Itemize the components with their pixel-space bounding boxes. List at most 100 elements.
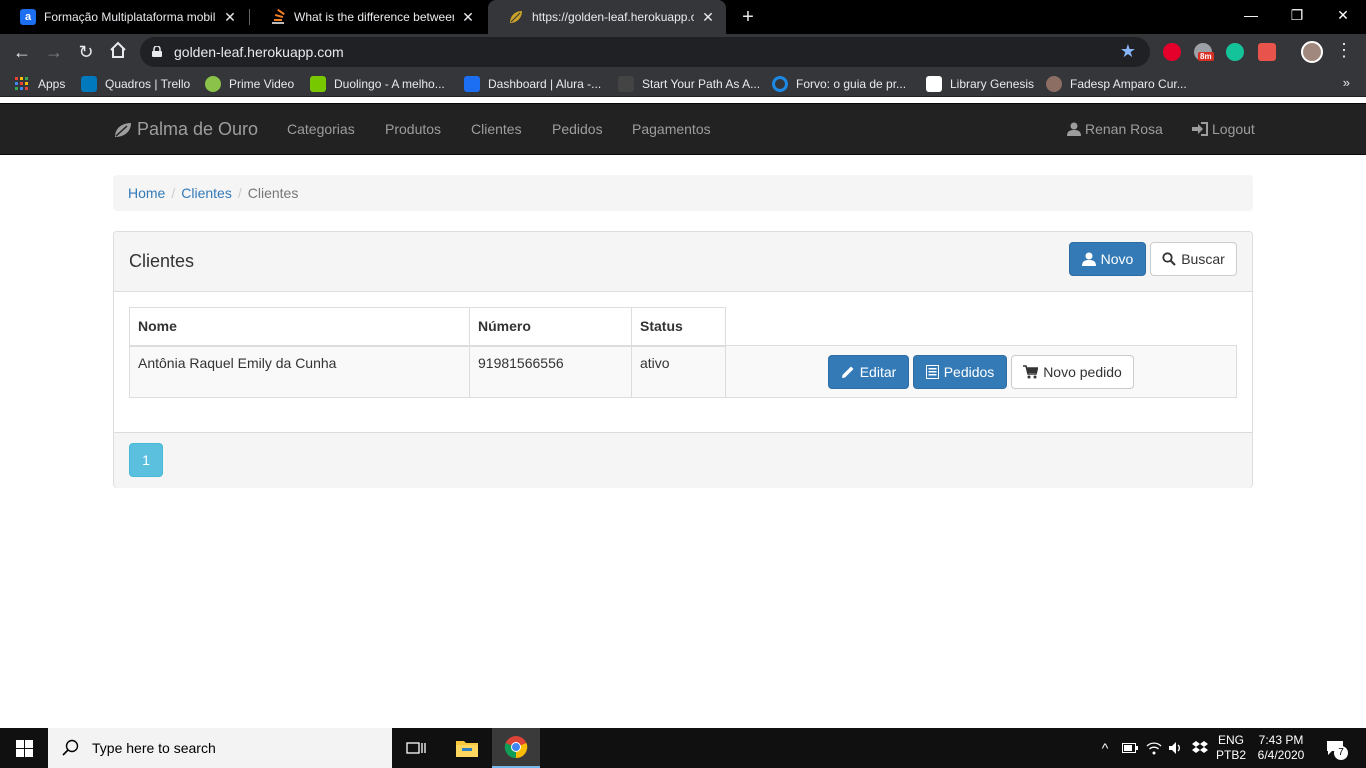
bookmark-fadesp[interactable]: Fadesp Amparo Cur... — [1046, 75, 1187, 93]
user-icon — [1067, 122, 1081, 136]
restore-button[interactable]: ❐ — [1274, 0, 1320, 30]
close-tab-icon[interactable]: ✕ — [700, 9, 716, 26]
tab-title: What is the difference between lo — [294, 10, 454, 24]
bookmark-duolingo[interactable]: Duolingo - A melho... — [310, 75, 445, 93]
cast-extension-icon[interactable] — [1258, 43, 1276, 61]
browser-tab-2[interactable]: What is the difference between lo ✕ — [250, 0, 486, 34]
volume-icon[interactable] — [1166, 728, 1186, 768]
logout-link[interactable]: Logout — [1192, 121, 1255, 137]
bookmark-trello[interactable]: Quadros | Trello — [81, 75, 190, 93]
tab-title: Formação Multiplataforma mobil — [44, 10, 216, 24]
duolingo-icon — [310, 76, 326, 92]
panel-heading: Clientes Novo Buscar — [114, 232, 1252, 292]
adblock-extension-icon[interactable] — [1163, 43, 1181, 61]
chrome-taskbar-button[interactable] — [492, 728, 540, 768]
orders-label: Pedidos — [943, 364, 995, 380]
extension-badge-icon[interactable]: 8m — [1194, 43, 1214, 61]
search-icon — [1162, 252, 1176, 266]
taskbar-search[interactable]: Type here to search — [48, 728, 392, 768]
clock[interactable]: 7:43 PM 6/4/2020 — [1252, 728, 1310, 768]
leaf-icon — [508, 9, 524, 25]
grammarly-icon[interactable] — [1226, 43, 1244, 61]
orders-button[interactable]: Pedidos — [913, 355, 1007, 389]
prime-video-icon — [205, 76, 221, 92]
bookmark-label: Forvo: o guia de pr... — [796, 77, 907, 91]
table-row: Antônia Raquel Emily da Cunha 9198156655… — [129, 345, 1237, 398]
bookmark-alura[interactable]: Dashboard | Alura -... — [464, 75, 601, 93]
nav-produtos[interactable]: Produtos — [385, 121, 441, 137]
battery-icon[interactable] — [1120, 728, 1140, 768]
file-explorer-button[interactable] — [443, 728, 491, 768]
close-tab-icon[interactable]: ✕ — [222, 9, 238, 26]
new-order-button[interactable]: Novo pedido — [1011, 355, 1134, 389]
action-center-button[interactable]: 7 — [1320, 728, 1350, 768]
start-button[interactable] — [0, 728, 48, 768]
user-name: Renan Rosa — [1085, 121, 1163, 137]
language-top: ENG — [1217, 733, 1244, 747]
logout-icon — [1192, 122, 1208, 136]
search-icon — [62, 739, 79, 756]
nav-pagamentos[interactable]: Pagamentos — [632, 121, 711, 137]
forward-button[interactable]: → — [42, 41, 66, 65]
pagination-page-1[interactable]: 1 — [129, 443, 163, 477]
bookmark-star-icon[interactable]: ★ — [1120, 41, 1136, 62]
edit-button[interactable]: Editar — [828, 355, 909, 389]
bookmarks-more-button[interactable]: » — [1343, 75, 1350, 90]
nav-pedidos[interactable]: Pedidos — [552, 121, 603, 137]
address-bar[interactable]: golden-leaf.herokuapp.com ★ — [140, 37, 1150, 67]
bookmark-prime-video[interactable]: Prime Video — [205, 75, 294, 93]
column-header-actions — [725, 307, 1237, 346]
breadcrumb-separator: / — [237, 185, 242, 201]
stackoverflow-icon — [270, 9, 286, 25]
profile-avatar[interactable] — [1301, 41, 1323, 63]
bookmark-label: Prime Video — [229, 77, 295, 91]
bookmark-label: Dashboard | Alura -... — [488, 77, 602, 91]
alura-icon — [464, 76, 480, 92]
new-tab-button[interactable]: + — [736, 5, 760, 29]
new-client-label: Novo — [1100, 251, 1134, 267]
url-text: golden-leaf.herokuapp.com — [174, 44, 344, 60]
alura-icon: a — [20, 9, 36, 25]
extension-badge: 8m — [1198, 52, 1214, 61]
wifi-icon[interactable] — [1144, 728, 1164, 768]
bookmark-label: Fadesp Amparo Cur... — [1070, 77, 1187, 91]
close-tab-icon[interactable]: ✕ — [460, 9, 476, 26]
bookmark-library-genesis[interactable]: Library Genesis — [926, 75, 1034, 93]
task-view-icon — [406, 742, 426, 754]
close-window-button[interactable]: ✕ — [1320, 0, 1366, 30]
home-button[interactable] — [106, 41, 130, 65]
back-button[interactable]: ← — [10, 41, 34, 65]
show-hidden-icons[interactable]: ^ — [1096, 728, 1114, 768]
menu-kebab-icon[interactable]: ⋮ — [1335, 40, 1353, 61]
bookmark-start-path[interactable]: Start Your Path As A... — [618, 75, 760, 93]
apps-grid-icon — [15, 77, 28, 90]
reload-button[interactable]: ↻ — [74, 41, 98, 65]
breadcrumb-home[interactable]: Home — [128, 185, 165, 201]
dropbox-icon[interactable] — [1190, 728, 1210, 768]
trello-icon — [81, 76, 97, 92]
breadcrumb-current: Clientes — [247, 185, 299, 201]
nav-user[interactable]: Renan Rosa — [1067, 121, 1163, 137]
bookmark-apps[interactable]: Apps — [14, 75, 65, 93]
nav-clientes[interactable]: Clientes — [471, 121, 522, 137]
lock-icon — [152, 46, 162, 57]
breadcrumb-clientes[interactable]: Clientes — [181, 185, 232, 201]
cell-numero: 91981566556 — [469, 345, 632, 398]
browser-tab-1[interactable]: a Formação Multiplataforma mobil ✕ — [0, 0, 248, 34]
nav-categorias[interactable]: Categorias — [287, 121, 355, 137]
language-indicator[interactable]: ENG PTB2 — [1214, 728, 1248, 768]
bookmark-forvo[interactable]: Forvo: o guia de pr... — [772, 75, 906, 93]
browser-tab-3[interactable]: https://golden-leaf.herokuapp.co ✕ — [488, 0, 726, 34]
clients-table: Nome Número Status Antônia Raquel Emily … — [129, 307, 1237, 398]
cell-nome: Antônia Raquel Emily da Cunha — [129, 345, 470, 398]
logout-label: Logout — [1212, 121, 1255, 137]
bookmark-label: Duolingo - A melho... — [334, 77, 445, 91]
new-client-button[interactable]: Novo — [1069, 242, 1146, 276]
bookmark-label: Quadros | Trello — [105, 77, 191, 91]
task-view-button[interactable] — [392, 728, 440, 768]
bookmark-label: Start Your Path As A... — [642, 77, 761, 91]
brand-link[interactable]: Palma de Ouro — [113, 119, 258, 140]
search-button[interactable]: Buscar — [1150, 242, 1237, 276]
minimize-button[interactable]: — — [1228, 0, 1274, 30]
pencil-icon — [841, 366, 854, 378]
